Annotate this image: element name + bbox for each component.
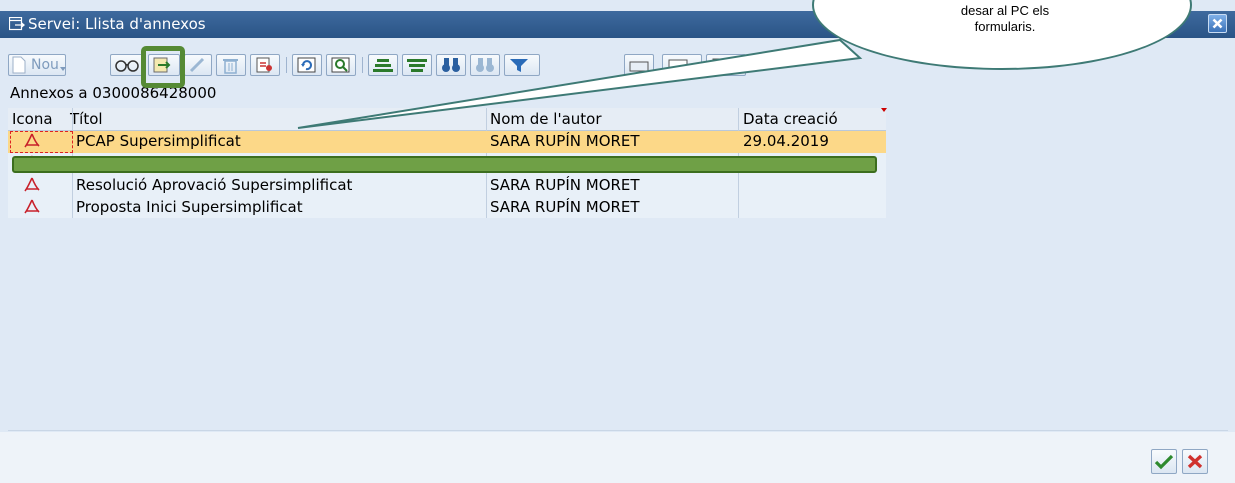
binoculars-icon	[442, 58, 460, 72]
new-document-icon	[12, 56, 26, 74]
binoculars-plus-icon	[476, 58, 494, 72]
row-author: SARA RUPÍN MORET	[490, 198, 640, 216]
glasses-icon	[115, 60, 139, 72]
layout-button[interactable]	[706, 54, 746, 76]
list-header: Annexos a 0300086428000	[10, 84, 217, 102]
cancel-button[interactable]	[1182, 449, 1208, 474]
sort-indicator-icon	[881, 108, 887, 112]
row-title: Proposta Inici Supersimplificat	[76, 198, 303, 216]
empty-list-area	[8, 218, 1228, 431]
new-button[interactable]: Nou	[8, 54, 66, 76]
checkmark-icon	[1154, 454, 1174, 470]
column-header-title[interactable]: Títol	[70, 110, 103, 128]
row-date: 29.04.2019	[743, 132, 829, 150]
close-icon	[1212, 18, 1223, 29]
confirm-button[interactable]	[1151, 449, 1177, 474]
toolbar-separator	[286, 57, 287, 73]
column-header-author[interactable]: Nom de l'autor	[490, 110, 602, 128]
close-window-button[interactable]	[1208, 14, 1227, 33]
refresh-icon	[297, 57, 316, 73]
find-button[interactable]	[326, 54, 356, 76]
display-button[interactable]	[110, 54, 144, 76]
dropdown-arrow-icon	[60, 67, 66, 71]
table-row[interactable]: Resolució Aprovació Supersimplificat SAR…	[8, 175, 886, 197]
sort-ascending-icon	[373, 59, 393, 72]
find-next-button[interactable]	[470, 54, 500, 76]
table-row[interactable]: Proposta Inici Supersimplificat SARA RUP…	[8, 197, 886, 219]
pdf-icon	[24, 199, 40, 214]
row-title: Resolució Aprovació Supersimplificat	[76, 176, 353, 194]
callout-line-1: desar al PC els	[960, 3, 1050, 18]
highlight-square-annotation	[141, 46, 185, 88]
magnifier-table-icon	[331, 57, 350, 73]
sort-descending-button[interactable]	[402, 54, 432, 76]
row-title: PCAP Supersimplificat	[76, 132, 241, 150]
table-row[interactable]: PCAP Supersimplificat SARA RUPÍN MORET 2…	[8, 131, 886, 153]
row-author: SARA RUPÍN MORET	[490, 132, 640, 150]
grid-layout-icon	[712, 58, 739, 73]
callout-text: desar al PC els formularis.	[880, 3, 1130, 35]
edit-button[interactable]	[184, 54, 212, 76]
search-button[interactable]	[436, 54, 466, 76]
export-button[interactable]	[662, 54, 702, 76]
sort-ascending-button[interactable]	[368, 54, 398, 76]
refresh-button[interactable]	[292, 54, 322, 76]
callout-line-2: formularis.	[974, 19, 1036, 34]
cell-focus-outline	[10, 131, 73, 153]
cancel-icon	[1187, 454, 1203, 469]
set-filter-button[interactable]	[504, 54, 540, 76]
pdf-icon	[24, 177, 40, 192]
annex-list-dialog: Servei: Llista d'annexos Nou Annexos a 0…	[0, 0, 1235, 483]
print-icon	[629, 61, 649, 72]
highlight-bar-annotation	[12, 156, 877, 173]
column-header-date[interactable]: Data creació	[743, 110, 838, 128]
column-header-icon[interactable]: Icona	[12, 110, 53, 128]
delete-button[interactable]	[216, 54, 246, 76]
filter-icon	[510, 59, 528, 72]
pdf-icon	[24, 133, 40, 148]
toolbar-separator	[362, 57, 363, 73]
attributes-button[interactable]	[250, 54, 280, 76]
table-header-row: Icona Títol Nom de l'autor Data creació	[8, 108, 887, 131]
sort-descending-icon	[407, 59, 427, 72]
trash-icon	[223, 59, 238, 74]
export-menu-icon	[668, 59, 695, 72]
row-author: SARA RUPÍN MORET	[490, 176, 640, 194]
pencil-icon	[189, 57, 205, 73]
window-menu-icon[interactable]	[9, 17, 25, 31]
window-title: Servei: Llista d'annexos	[28, 15, 206, 33]
dialog-footer	[0, 432, 1235, 483]
document-attributes-icon	[256, 57, 272, 73]
print-button[interactable]	[624, 54, 654, 76]
new-button-label: Nou	[31, 57, 59, 73]
